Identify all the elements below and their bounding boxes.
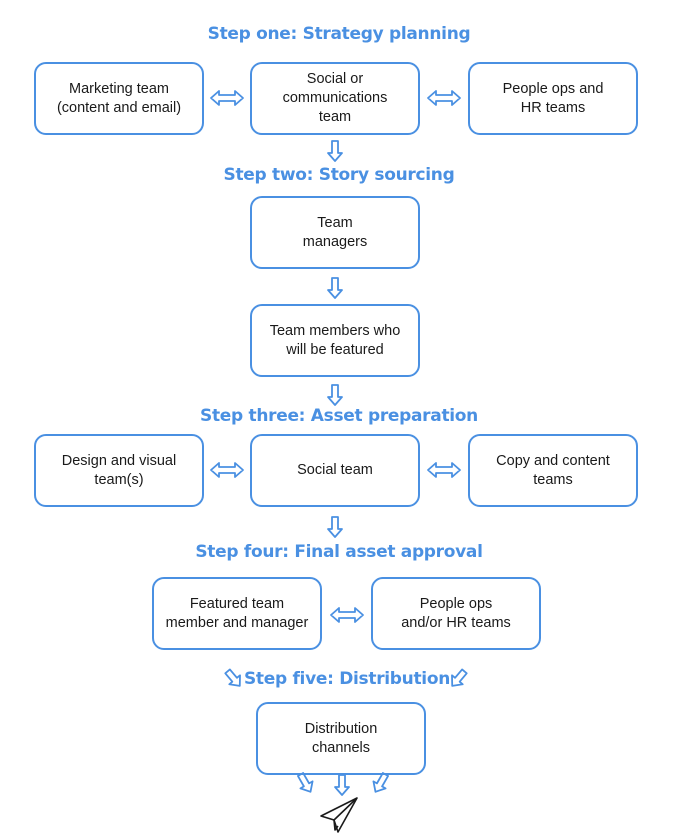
box-people-ops-hr: People ops and HR teams — [468, 62, 638, 135]
step-one-title: Step one: Strategy planning — [207, 24, 471, 44]
down-arrow-icon — [327, 516, 343, 538]
box-copy-content-teams: Copy and content teams — [468, 434, 638, 507]
down-right-arrow-icon — [297, 772, 314, 793]
double-arrow-icon — [330, 607, 364, 623]
down-arrow-icon — [334, 774, 350, 796]
box-design-visual-teams: Design and visual team(s) — [34, 434, 204, 507]
down-arrow-icon — [327, 277, 343, 299]
double-arrow-icon — [210, 462, 244, 478]
box-team-members-featured: Team members who will be featured — [250, 304, 420, 377]
step-two-title: Step two: Story sourcing — [223, 165, 455, 185]
step-four-title: Step four: Final asset approval — [195, 542, 483, 562]
paper-plane-icon — [320, 797, 358, 833]
step-three-title: Step three: Asset preparation — [200, 406, 478, 426]
double-arrow-icon — [210, 90, 244, 106]
box-team-managers: Team managers — [250, 196, 420, 269]
down-left-arrow-icon — [451, 668, 468, 687]
double-arrow-icon — [427, 462, 461, 478]
box-distribution-channels: Distribution channels — [256, 702, 426, 775]
step-five-title: Step five: Distribution — [243, 669, 451, 689]
down-left-arrow-icon — [372, 772, 389, 793]
box-featured-member-manager: Featured team member and manager — [152, 577, 322, 650]
box-social-team: Social team — [250, 434, 420, 507]
box-people-ops-hr-approval: People ops and/or HR teams — [371, 577, 541, 650]
box-social-communications-team: Social or communications team — [250, 62, 420, 135]
down-arrow-icon — [327, 384, 343, 406]
down-arrow-icon — [327, 140, 343, 162]
double-arrow-icon — [427, 90, 461, 106]
box-marketing-team: Marketing team (content and email) — [34, 62, 204, 135]
